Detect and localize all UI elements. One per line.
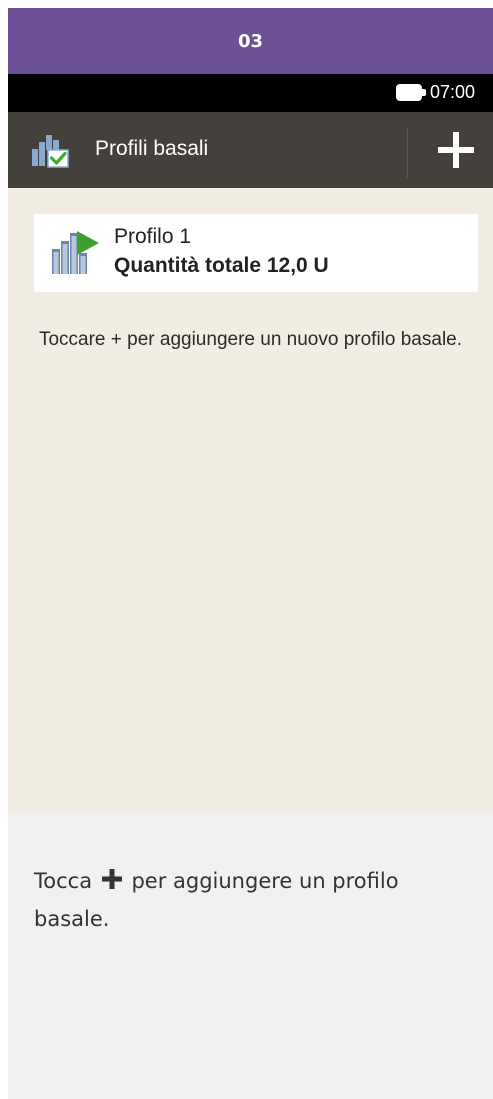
add-profile-button[interactable] [426, 120, 486, 180]
profile-name: Profilo 1 [114, 225, 192, 248]
step-number: 03 [237, 30, 264, 52]
basal-profile-icon [32, 135, 69, 168]
basal-profile-active-icon [52, 231, 99, 274]
plus-icon [101, 869, 122, 889]
caption-panel: Tocca per aggiungere un profilo basale. [8, 812, 493, 1099]
page-title: Profili basali [95, 137, 209, 160]
caption-text-before: Tocca [34, 869, 93, 893]
caption: Tocca per aggiungere un profilo basale. [34, 862, 474, 938]
battery-icon [396, 84, 426, 101]
device-screen: 07:00 Profili basali Profilo 1 Quantità … [8, 74, 493, 812]
profile-item[interactable]: Profilo 1 Quantità totale 12,0 U [34, 214, 478, 292]
hint-text: Toccare + per aggiungere un nuovo profil… [38, 329, 463, 350]
status-bar: 07:00 [8, 74, 493, 112]
title-bar: Profili basali [8, 112, 493, 188]
step-header: 03 [8, 8, 493, 74]
profile-total-amount: Quantità totale 12,0 U [114, 254, 329, 277]
plus-icon [438, 132, 474, 168]
clock: 07:00 [430, 82, 476, 102]
title-divider [407, 128, 408, 178]
